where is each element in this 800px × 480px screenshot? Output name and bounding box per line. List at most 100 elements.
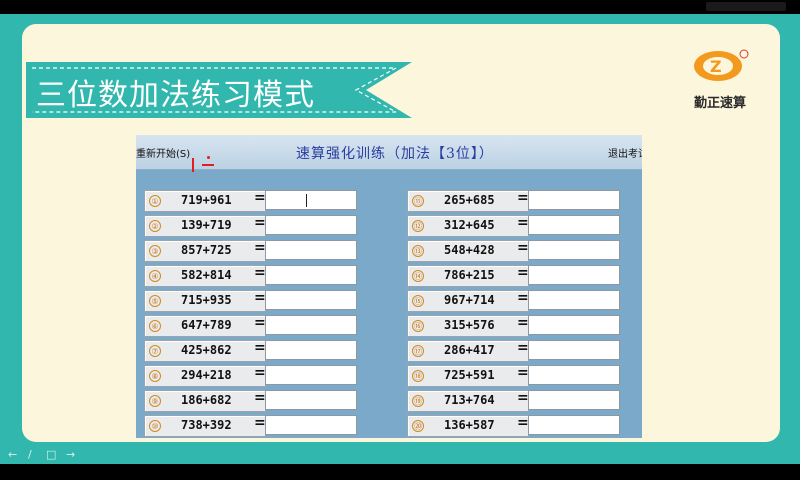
problem-number: ⑲ xyxy=(412,395,424,407)
answer-input[interactable] xyxy=(528,415,620,435)
problem-number: ⑯ xyxy=(412,320,424,332)
problem-expression: 265+685 xyxy=(444,193,495,207)
answer-input[interactable] xyxy=(265,315,357,335)
problem-expression: 294+218 xyxy=(181,368,232,382)
answer-input[interactable] xyxy=(265,365,357,385)
problem-box: ⑥ 647+789 xyxy=(144,315,266,337)
problem-number: ⑥ xyxy=(149,320,161,332)
problem-number: ② xyxy=(149,220,161,232)
annotation-mark xyxy=(207,156,210,159)
svg-text:Z: Z xyxy=(710,57,722,76)
equals-sign: = xyxy=(517,415,529,431)
problem-box: ① 719+961 xyxy=(144,190,266,212)
problem-expression: 786+215 xyxy=(444,268,495,282)
equals-sign: = xyxy=(254,340,266,356)
equals-sign: = xyxy=(254,290,266,306)
equals-sign: = xyxy=(517,390,529,406)
equals-sign: = xyxy=(517,265,529,281)
equals-sign: = xyxy=(254,415,266,431)
problem-number: ⑮ xyxy=(412,295,424,307)
answer-input[interactable] xyxy=(265,190,357,210)
problem-number: ⑨ xyxy=(149,395,161,407)
exit-exam-button[interactable]: 退出考试 xyxy=(608,145,642,160)
problem-expression: 139+719 xyxy=(181,218,232,232)
answer-input[interactable] xyxy=(265,265,357,285)
problem-number: ⑧ xyxy=(149,370,161,382)
app-title: 速算强化训练（加法【3位】） xyxy=(296,146,494,162)
answer-input[interactable] xyxy=(265,340,357,360)
equals-sign: = xyxy=(517,315,529,331)
answer-input[interactable] xyxy=(528,265,620,285)
problem-box: ⑪ 265+685 xyxy=(407,190,529,212)
answer-input[interactable] xyxy=(528,365,620,385)
answer-input[interactable] xyxy=(528,215,620,235)
problem-box: ⑯ 315+576 xyxy=(407,315,529,337)
pen-icon[interactable]: / xyxy=(28,448,32,461)
problem-box: ⑱ 725+591 xyxy=(407,365,529,387)
restart-button[interactable]: 重新开始(S) xyxy=(136,145,190,160)
problem-box: ⑰ 286+417 xyxy=(407,340,529,362)
answer-input[interactable] xyxy=(528,390,620,410)
problem-expression: 186+682 xyxy=(181,393,232,407)
equals-sign: = xyxy=(517,215,529,231)
problem-number: ① xyxy=(149,195,161,207)
problem-box: ⑲ 713+764 xyxy=(407,390,529,412)
answer-input[interactable] xyxy=(265,390,357,410)
logo-text: 勤正速算 xyxy=(693,96,746,111)
equals-sign: = xyxy=(517,365,529,381)
problem-expression: 719+961 xyxy=(181,193,232,207)
problem-box: ③ 857+725 xyxy=(144,240,266,262)
equals-sign: = xyxy=(254,390,266,406)
problem-number: ⑤ xyxy=(149,295,161,307)
problem-expression: 715+935 xyxy=(181,293,232,307)
equals-sign: = xyxy=(517,190,529,206)
problem-expression: 136+587 xyxy=(444,418,495,432)
problem-expression: 713+764 xyxy=(444,393,495,407)
problem-box: ⑩ 738+392 xyxy=(144,415,266,437)
problem-expression: 857+725 xyxy=(181,243,232,257)
answer-input[interactable] xyxy=(528,340,620,360)
prev-slide-icon[interactable]: ← xyxy=(8,448,17,461)
watermark xyxy=(706,2,786,11)
answer-input[interactable] xyxy=(528,315,620,335)
problem-expression: 725+591 xyxy=(444,368,495,382)
answer-input[interactable] xyxy=(528,190,620,210)
problem-box: ④ 582+814 xyxy=(144,265,266,287)
problem-number: ⑰ xyxy=(412,345,424,357)
problem-box: ⑨ 186+682 xyxy=(144,390,266,412)
answer-input[interactable] xyxy=(265,415,357,435)
equals-sign: = xyxy=(254,240,266,256)
answer-input[interactable] xyxy=(528,290,620,310)
problem-expression: 315+576 xyxy=(444,318,495,332)
problem-number: ⑫ xyxy=(412,220,424,232)
problem-expression: 548+428 xyxy=(444,243,495,257)
problem-expression: 425+862 xyxy=(181,343,232,357)
problem-number: ⑱ xyxy=(412,370,424,382)
equals-sign: = xyxy=(254,215,266,231)
top-letterbox xyxy=(0,0,800,14)
answer-input[interactable] xyxy=(265,215,357,235)
equals-sign: = xyxy=(254,315,266,331)
problem-expression: 647+789 xyxy=(181,318,232,332)
problem-box: ⑭ 786+215 xyxy=(407,265,529,287)
problem-box: ⑮ 967+714 xyxy=(407,290,529,312)
equals-sign: = xyxy=(254,365,266,381)
problem-number: ③ xyxy=(149,245,161,257)
problem-number: ⑦ xyxy=(149,345,161,357)
equals-sign: = xyxy=(254,190,266,206)
problem-expression: 738+392 xyxy=(181,418,232,432)
problem-expression: 286+417 xyxy=(444,343,495,357)
menu-icon[interactable]: □ xyxy=(46,448,56,461)
next-slide-icon[interactable]: → xyxy=(66,448,75,461)
annotation-mark xyxy=(192,158,194,172)
problem-expression: 582+814 xyxy=(181,268,232,282)
answer-input[interactable] xyxy=(528,240,620,260)
answer-input[interactable] xyxy=(265,240,357,260)
player-bar xyxy=(0,446,800,462)
bottom-letterbox xyxy=(0,464,800,480)
problem-number: ④ xyxy=(149,270,161,282)
problem-number: ⑭ xyxy=(412,270,424,282)
problem-box: ⑧ 294+218 xyxy=(144,365,266,387)
answer-input[interactable] xyxy=(265,290,357,310)
problem-box: ⑤ 715+935 xyxy=(144,290,266,312)
